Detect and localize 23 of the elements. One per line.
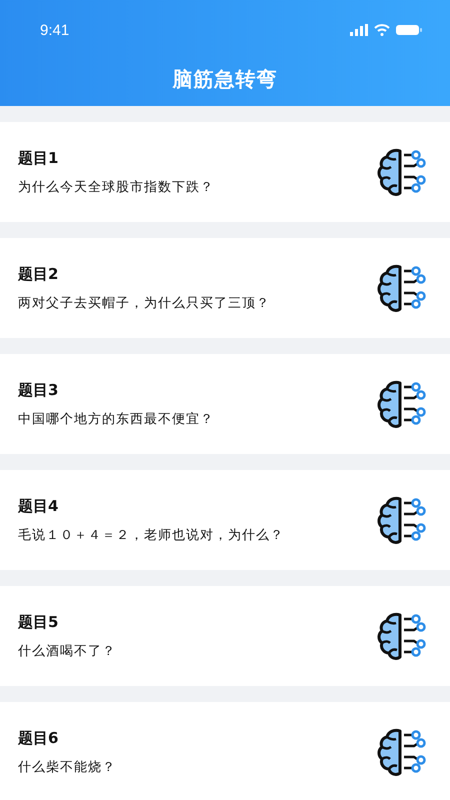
question-card[interactable]: 题目4 毛说１０＋４＝２，老师也说对，为什么？: [0, 470, 450, 570]
question-card[interactable]: 题目1 为什么今天全球股市指数下跌？: [0, 122, 450, 222]
question-title: 题目1: [18, 148, 60, 168]
question-title: 题目4: [18, 496, 60, 516]
question-title: 题目5: [18, 612, 60, 632]
question-text: 什么柴不能烧？: [18, 758, 116, 776]
page-title: 脑筋急转弯: [171, 66, 278, 93]
question-title: 题目2: [18, 264, 60, 284]
question-title: 题目6: [18, 728, 60, 748]
question-text: 两对父子去买帽子，为什么只买了三顶？: [18, 294, 270, 312]
status-time: 9:41: [40, 22, 70, 38]
question-card[interactable]: 题目5 什么酒喝不了？: [0, 586, 450, 686]
question-card[interactable]: 题目3 中国哪个地方的东西最不便宜？: [0, 354, 450, 454]
battery-icon: [396, 24, 422, 36]
question-title: 题目3: [18, 380, 60, 400]
wifi-icon: [374, 24, 390, 36]
question-text: 中国哪个地方的东西最不便宜？: [18, 410, 214, 428]
question-text: 什么酒喝不了？: [18, 642, 116, 660]
question-card[interactable]: 题目6 什么柴不能烧？: [0, 702, 450, 800]
question-card[interactable]: 题目2 两对父子去买帽子，为什么只买了三顶？: [0, 238, 450, 338]
question-text: 为什么今天全球股市指数下跌？: [18, 178, 214, 196]
signal-icon: [350, 24, 368, 36]
question-text: 毛说１０＋４＝２，老师也说对，为什么？: [18, 526, 284, 544]
